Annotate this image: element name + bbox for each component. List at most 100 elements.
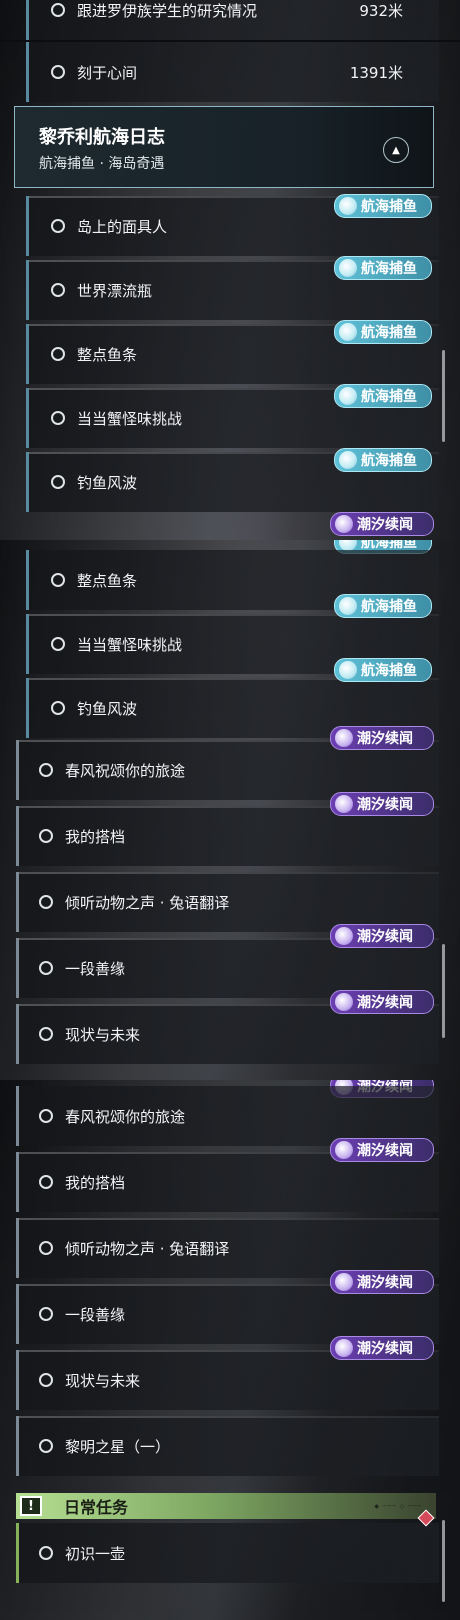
- screenshot-panel-2: 航海捕鱼 整点鱼条 当当蟹怪味挑战 航海捕鱼 钓鱼风波 航海捕鱼 春风祝颂你的旅…: [0, 540, 460, 1080]
- quest-label: 一段善缘: [65, 959, 126, 978]
- quest-label: 刻于心间: [77, 63, 138, 82]
- quest-label: 我的搭档: [65, 1173, 126, 1192]
- scrollbar-thumb[interactable]: [442, 1520, 445, 1602]
- daily-quest-title: 日常任务: [64, 1498, 129, 1517]
- quest-tag-label: 潮汐续闻: [357, 1275, 413, 1291]
- quest-tag-label: 潮汐续闻: [357, 1143, 413, 1159]
- quest-status-circle-icon: [39, 1241, 53, 1255]
- fishing-icon: [339, 597, 357, 615]
- fishing-icon: [339, 387, 357, 405]
- quest-item[interactable]: 刻于心间 1391米: [26, 42, 439, 102]
- quest-tag-badge: 潮汐续闻: [330, 924, 434, 948]
- quest-group-header[interactable]: 黎乔利航海日志 航海捕鱼 · 海岛奇遇 ▲: [14, 106, 434, 188]
- quest-status-circle-icon: [39, 763, 53, 777]
- screenshot-panel-1: 跟进罗伊族学生的研究情况 932米 刻于心间 1391米 黎乔利航海日志 航海捕…: [0, 0, 460, 540]
- fishing-icon: [339, 197, 357, 215]
- quest-group-title: 黎乔利航海日志: [39, 127, 165, 148]
- quest-tag-badge: 航海捕鱼: [334, 448, 432, 472]
- quest-status-circle-icon: [51, 411, 65, 425]
- quest-tag-label: 航海捕鱼: [361, 453, 417, 469]
- quest-tag-label: 潮汐续闻: [357, 797, 413, 813]
- quest-tag-badge: 潮汐续闻: [330, 1138, 434, 1162]
- quest-group-subtitle: 航海捕鱼 · 海岛奇遇: [39, 156, 165, 172]
- quest-tag-badge: 潮汐续闻: [330, 726, 434, 750]
- quest-item[interactable]: 黎明之星（一）: [16, 1416, 439, 1476]
- tide-news-icon: [335, 927, 353, 945]
- quest-label: 黎明之星（一）: [65, 1437, 171, 1456]
- quest-tag-badge: 潮汐续闻: [330, 512, 434, 536]
- quest-tag-badge: 航海捕鱼: [334, 320, 432, 344]
- quest-tag-badge: 潮汐续闻: [330, 1270, 434, 1294]
- quest-tag-badge: 潮汐续闻: [330, 1336, 434, 1360]
- quest-status-circle-icon: [39, 1546, 53, 1560]
- quest-tag-badge: 潮汐续闻: [330, 990, 434, 1014]
- scrollbar-thumb[interactable]: [442, 350, 445, 442]
- quest-distance: 932米: [359, 1, 403, 20]
- quest-tag-label: 潮汐续闻: [357, 995, 413, 1011]
- quest-tag-label: 航海捕鱼: [361, 325, 417, 341]
- quest-label: 我的搭档: [65, 827, 126, 846]
- screenshot-panel-3: 潮汐续闻 春风祝颂你的旅途 我的搭档 潮汐续闻 倾听动物之声 · 兔语翻译 一段…: [0, 1080, 460, 1620]
- quest-tag-badge: 航海捕鱼: [334, 384, 432, 408]
- fishing-icon: [339, 323, 357, 341]
- quest-tag-label: 潮汐续闻: [357, 731, 413, 747]
- quest-tag-label: 航海捕鱼: [361, 261, 417, 277]
- quest-tag-badge: 航海捕鱼: [334, 658, 432, 682]
- fishing-icon: [339, 259, 357, 277]
- tide-news-icon: [335, 993, 353, 1011]
- quest-status-circle-icon: [39, 829, 53, 843]
- quest-status-circle-icon: [39, 1027, 53, 1041]
- quest-item[interactable]: 倾听动物之声 · 兔语翻译: [16, 1218, 439, 1278]
- quest-tag-label: 潮汐续闻: [357, 929, 413, 945]
- quest-label: 钓鱼风波: [77, 473, 138, 492]
- collapse-chevron-icon[interactable]: ▲: [383, 137, 409, 163]
- quest-label: 岛上的面具人: [77, 217, 168, 236]
- quest-tag-badge: 航海捕鱼: [334, 256, 432, 280]
- tide-news-icon: [335, 1339, 353, 1357]
- quest-label: 一段善缘: [65, 1305, 126, 1324]
- tide-news-icon: [335, 729, 353, 747]
- quest-status-circle-icon: [51, 475, 65, 489]
- alert-icon: !: [20, 1496, 42, 1516]
- quest-tag-label: 航海捕鱼: [361, 389, 417, 405]
- quest-item[interactable]: 倾听动物之声 · 兔语翻译: [16, 872, 439, 932]
- quest-status-circle-icon: [39, 1175, 53, 1189]
- quest-label: 倾听动物之声 · 兔语翻译: [65, 1239, 230, 1258]
- quest-tag-label: 航海捕鱼: [361, 599, 417, 615]
- quest-label: 整点鱼条: [77, 571, 138, 590]
- tide-news-icon: [335, 795, 353, 813]
- quest-distance: 1391米: [349, 63, 403, 82]
- quest-status-circle-icon: [51, 347, 65, 361]
- quest-label: 倾听动物之声 · 兔语翻译: [65, 893, 230, 912]
- quest-status-circle-icon: [51, 3, 65, 17]
- tide-news-icon: [335, 515, 353, 533]
- quest-tag-label: 潮汐续闻: [357, 1341, 413, 1357]
- quest-label: 整点鱼条: [77, 345, 138, 364]
- quest-status-circle-icon: [51, 573, 65, 587]
- quest-status-circle-icon: [39, 1373, 53, 1387]
- quest-label: 当当蟹怪味挑战: [77, 409, 183, 428]
- quest-label: 春风祝颂你的旅途: [65, 761, 186, 780]
- quest-label: 世界漂流瓶: [77, 281, 153, 300]
- quest-status-circle-icon: [51, 637, 65, 651]
- quest-status-circle-icon: [39, 1307, 53, 1321]
- quest-tag-badge: 航海捕鱼: [334, 194, 432, 218]
- quest-tag-badge: 潮汐续闻: [330, 792, 434, 816]
- quest-tag-label: 航海捕鱼: [361, 663, 417, 679]
- scrollbar-thumb[interactable]: [442, 944, 445, 1038]
- daily-quest-header[interactable]: ! 日常任务 ◆ ─── ◇ ───: [16, 1493, 436, 1519]
- quest-status-circle-icon: [51, 219, 65, 233]
- quest-item[interactable]: 跟进罗伊族学生的研究情况 932米: [26, 0, 439, 40]
- quest-label: 春风祝颂你的旅途: [65, 1107, 186, 1126]
- decorative-pattern: ◆ ─── ◇ ───: [374, 1502, 422, 1510]
- quest-tag-label: 潮汐续闻: [357, 517, 413, 533]
- quest-status-circle-icon: [39, 1109, 53, 1123]
- quest-status-circle-icon: [39, 1439, 53, 1453]
- quest-label: 现状与未来: [65, 1371, 141, 1390]
- quest-status-circle-icon: [51, 65, 65, 79]
- daily-quest-item[interactable]: 初识一壶: [16, 1523, 439, 1583]
- quest-item[interactable]: 春风祝颂你的旅途: [16, 1086, 439, 1146]
- tide-news-icon: [335, 1273, 353, 1291]
- quest-status-circle-icon: [51, 283, 65, 297]
- quest-status-circle-icon: [39, 895, 53, 909]
